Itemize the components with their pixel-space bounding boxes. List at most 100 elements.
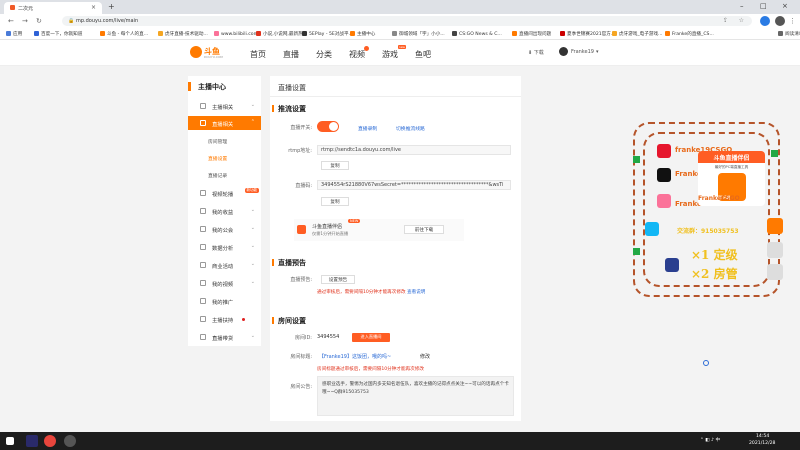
bookmark-label: 小说,小说网,最新热...	[263, 32, 308, 37]
notice-textarea[interactable]: 感职业选手，警惕为过国内多支知名退伍队，喜欢主播的记得点点关注~~可以的话再点个…	[317, 376, 514, 416]
sidebar-item-live[interactable]: 直播相关 ⌃	[188, 116, 261, 130]
nav-category[interactable]: 分类	[316, 49, 332, 60]
edit-title-link[interactable]: 修改	[420, 353, 430, 360]
sidebar-item-analytics[interactable]: 数据分析 ⌄	[188, 240, 261, 254]
video-icon	[200, 190, 206, 196]
copy-rtmp-button[interactable]: 复制	[321, 161, 349, 170]
bookmark-item[interactable]: 斗鱼 - 每个人的直...	[100, 31, 148, 37]
reload-icon[interactable]: ↻	[36, 17, 42, 25]
chrome-icon[interactable]	[44, 435, 56, 447]
sidebar-item-commerce[interactable]: 直播带货 ⌄	[188, 330, 261, 344]
code-label: 直播码:	[295, 183, 312, 189]
close-tab-icon[interactable]: ×	[91, 4, 96, 11]
start-icon[interactable]	[6, 437, 14, 445]
nav-fishbar[interactable]: 鱼吧	[415, 49, 431, 60]
bilibili-icon	[657, 194, 671, 208]
record-link[interactable]: 直播录制	[358, 125, 377, 132]
sidebar-item-business[interactable]: 商业活动 ⌄	[188, 258, 261, 272]
obs-icon[interactable]	[64, 435, 76, 447]
chevron-down-icon[interactable]: ▾	[596, 49, 599, 55]
bookmark-item[interactable]: 虎牙游戏_电子游戏...	[612, 31, 662, 37]
url-input[interactable]: 🔒 mp.douyu.com/live/main ⇪ ☆	[62, 16, 752, 26]
bookmark-item[interactable]: 小说,小说网,最新热...	[256, 31, 307, 37]
bookmark-item[interactable]: 夏季世锦赛2021官方...	[560, 31, 615, 37]
toggle-knob	[329, 122, 338, 131]
back-icon[interactable]: ←	[8, 17, 14, 25]
enter-room-button[interactable]: 进入直播间	[352, 333, 390, 342]
app-icon[interactable]	[26, 435, 38, 447]
bookmark-item[interactable]: 百度一下，你就知道	[34, 31, 82, 37]
bookmark-label: CS:GO News & C...	[459, 32, 502, 37]
tab-favicon-icon	[10, 5, 15, 10]
bookmark-item[interactable]: 阅读清单	[778, 31, 800, 37]
bookmark-item[interactable]: 直播间出现问题	[512, 31, 551, 37]
sidebar-item-anchor[interactable]: 主播相关 ⌄	[188, 99, 261, 113]
gift-icon[interactable]	[767, 242, 783, 258]
bookmark-item[interactable]: Franke的直播_CS...	[665, 31, 714, 37]
sidebar-item-support[interactable]: 主播扶持	[188, 312, 261, 326]
bookmark-item[interactable]: CS:GO News & C...	[452, 31, 502, 37]
sidebar-item-label: 我的收益	[212, 210, 234, 216]
bookmark-item[interactable]: 主播中心	[350, 31, 375, 37]
sidebar-item-guild[interactable]: 我的公会 ⌄	[188, 222, 261, 236]
download-button[interactable]: 前往下载	[404, 225, 444, 234]
bookmark-favicon-icon	[452, 31, 457, 36]
bookmark-label: 应用	[13, 32, 23, 37]
play-icon[interactable]	[767, 218, 783, 234]
rtmp-field[interactable]: rtmp://sendtc1a.douyu.com/live	[317, 145, 511, 155]
sidebar-item-income[interactable]: 我的收益 ⌄	[188, 204, 261, 218]
extension-icon[interactable]	[760, 16, 770, 26]
nav-live[interactable]: 直播	[283, 49, 299, 60]
sidebar-item-myvideo[interactable]: 我的视频 ⌄	[188, 276, 261, 290]
live-toggle[interactable]	[317, 121, 339, 132]
companion-promo-popup[interactable]: 斗鱼直播伴侣 最好的PC端直播工具 立即下载 FrankeCSGO	[698, 151, 765, 206]
nav-video[interactable]: 视频	[349, 46, 369, 60]
nav-home[interactable]: 首页	[250, 49, 266, 60]
maximize-icon[interactable]: □	[760, 2, 767, 10]
sidebar-item-promotion[interactable]: 我的推广	[188, 294, 261, 308]
sidebar-item-carousel[interactable]: 视频轮播 新功能	[188, 186, 261, 200]
close-window-icon[interactable]: ×	[782, 2, 788, 10]
view-info-link[interactable]: 查看说明	[407, 290, 425, 295]
sidebar-sub-settings[interactable]: 直播设置	[208, 155, 227, 162]
forward-icon[interactable]: →	[22, 17, 28, 25]
room-title-label: 房间标题:	[290, 354, 312, 360]
section-room: 房间设置	[272, 317, 306, 325]
green-marker	[633, 156, 640, 163]
new-tab-button[interactable]: +	[108, 2, 115, 11]
share-icon[interactable]: ⇪	[723, 17, 728, 24]
bookmark-star-icon[interactable]: ☆	[739, 17, 744, 24]
tray-icons[interactable]: ⌃ ◧ ♪ 中	[700, 437, 720, 443]
download-link[interactable]: ⬇ 下载	[528, 49, 544, 56]
browser-tab[interactable]: 二次元 ×	[4, 2, 102, 14]
bookmark-item[interactable]: www.bilibili.com	[214, 31, 258, 37]
douyu-logo[interactable]: 斗鱼 DOUYU.COM	[190, 45, 228, 59]
avatar[interactable]	[559, 47, 568, 56]
section-preview: 直播预告	[272, 259, 306, 267]
sidebar-sub-room[interactable]: 房间管理	[208, 138, 227, 145]
switch-label: 直播开关:	[290, 125, 312, 131]
sidebar-sub-records[interactable]: 直播记录	[208, 172, 227, 179]
username[interactable]: Franke19	[571, 49, 594, 55]
sidebar-item-label: 主播相关	[212, 105, 234, 111]
copy-code-button[interactable]: 复制	[321, 197, 349, 206]
notice-label: 房间公告:	[290, 384, 312, 390]
stream-code-field[interactable]: 3494554rS21880V67wsSecret=**************…	[317, 180, 511, 190]
share-icon[interactable]	[767, 264, 783, 280]
bookmark-favicon-icon	[100, 31, 105, 36]
profile-icon[interactable]	[775, 16, 785, 26]
bookmark-item[interactable]: 5EPlay - 5E对战平...	[302, 31, 353, 37]
nav-game[interactable]: 游戏 new	[382, 45, 406, 60]
bookmark-item[interactable]: 御城领域「宇」小小...	[392, 31, 445, 37]
sidebar-item-label: 我的推广	[212, 300, 234, 306]
nav-game-label: 游戏	[382, 50, 398, 59]
preview-label: 直播预告:	[290, 277, 312, 283]
tiktok-icon	[657, 168, 671, 182]
bookmark-item[interactable]: 虎牙直播-技术驱动...	[158, 31, 208, 37]
bookmark-label: 御城领域「宇」小小...	[399, 32, 445, 37]
switch-line-link[interactable]: 切换推流线路	[396, 125, 425, 132]
menu-icon[interactable]: ⋮	[789, 17, 796, 25]
set-preview-button[interactable]: 设置预告	[321, 275, 355, 284]
minimize-icon[interactable]: –	[740, 2, 744, 10]
bookmark-item[interactable]: 应用	[6, 31, 22, 37]
